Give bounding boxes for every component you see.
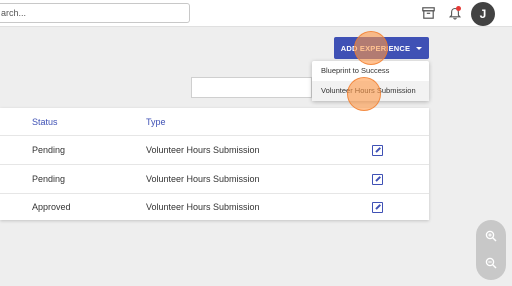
- zoom-in-icon: [485, 230, 497, 242]
- table-header-row: Status Type: [0, 108, 429, 136]
- notification-dot: [456, 6, 461, 11]
- avatar[interactable]: J: [471, 2, 495, 26]
- search-input[interactable]: arch...: [0, 3, 190, 23]
- type-cell: Volunteer Hours Submission: [146, 202, 260, 212]
- zoom-controls: [476, 220, 506, 280]
- type-cell: Volunteer Hours Submission: [146, 145, 260, 155]
- table-row: Approved Volunteer Hours Submission: [0, 193, 429, 222]
- zoom-in-button[interactable]: [483, 228, 499, 244]
- status-cell: Approved: [32, 202, 71, 212]
- column-header-type[interactable]: Type: [146, 108, 166, 136]
- edit-icon[interactable]: [372, 174, 383, 185]
- archive-icon: [421, 7, 435, 19]
- experiences-table: Status Type Pending Volunteer Hours Subm…: [0, 108, 429, 220]
- table-row: Pending Volunteer Hours Submission: [0, 165, 429, 194]
- zoom-out-icon: [485, 257, 497, 269]
- zoom-out-button[interactable]: [483, 255, 499, 271]
- filter-input[interactable]: [191, 77, 312, 98]
- edit-icon[interactable]: [372, 145, 383, 156]
- status-cell: Pending: [32, 145, 66, 155]
- edit-icon[interactable]: [372, 202, 383, 213]
- top-bar: arch... J: [0, 0, 512, 27]
- status-cell: Pending: [32, 174, 66, 184]
- table-row: Pending Volunteer Hours Submission: [0, 136, 429, 165]
- notifications-button[interactable]: [446, 4, 464, 22]
- tap-indicator: [347, 77, 381, 111]
- type-cell: Volunteer Hours Submission: [146, 174, 260, 184]
- tap-indicator: [354, 31, 388, 65]
- archive-button[interactable]: [419, 4, 437, 22]
- column-header-status[interactable]: Status: [32, 108, 58, 136]
- caret-down-icon: [416, 46, 423, 50]
